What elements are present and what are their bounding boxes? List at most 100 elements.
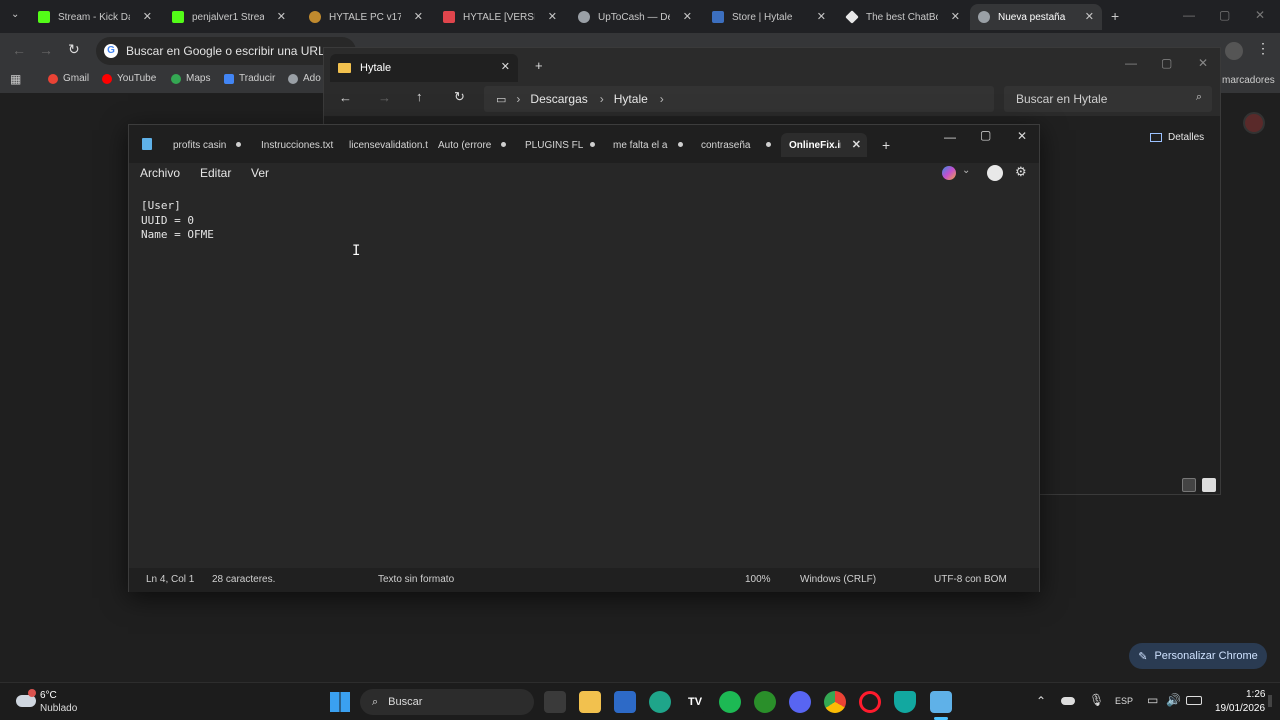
refresh-icon[interactable]: ↻ [454,89,465,105]
start-icon[interactable] [330,692,350,712]
new-tab-icon[interactable]: + [882,137,890,153]
bookmark-gmail[interactable]: Gmail [48,73,89,84]
close-tab-icon[interactable]: ✕ [951,10,960,23]
volume-icon[interactable]: 🔊 [1166,693,1181,707]
language-indicator[interactable]: ESP [1115,696,1133,706]
notepad-icon[interactable] [930,691,952,713]
all-bookmarks-label[interactable]: marcadores [1222,75,1275,86]
copilot-icon[interactable] [942,166,956,180]
chrome-icon[interactable] [824,691,846,713]
close-tab-icon[interactable]: ✕ [501,60,510,73]
store-icon[interactable] [614,691,636,713]
notepad-tab[interactable]: licensevalidation.t [349,133,429,157]
breadcrumb[interactable]: ▭ › Descargas › Hytale › [484,86,994,112]
browser-tab[interactable]: penjalver1 Stream ✕ [164,4,294,30]
notepad-tab[interactable]: contraseña [701,133,771,157]
bookmark-youtube[interactable]: YouTube [102,73,156,84]
file-explorer-icon[interactable] [579,691,601,713]
browser-tab[interactable]: UpToCash — Des ✕ [570,4,700,30]
close-tab-icon[interactable]: ✕ [852,138,861,151]
clock-time[interactable]: 1:26 [1246,689,1265,700]
onedrive-icon[interactable] [1061,697,1075,705]
close-tab-icon[interactable]: ✕ [1085,10,1094,23]
breadcrumb-item[interactable]: Descargas [530,92,587,106]
apps-grid-icon[interactable]: ▦ [10,72,21,86]
maximize-icon[interactable]: ▢ [980,128,991,142]
text-editor[interactable]: [User] UUID = 0 Name = OFME [129,185,1039,567]
close-window-icon[interactable]: ✕ [1198,56,1208,70]
network-icon[interactable]: ▭ [1147,693,1158,707]
bookmark-maps[interactable]: Maps [171,73,210,84]
gear-icon[interactable]: ⚙ [1015,164,1027,180]
encoding[interactable]: UTF-8 con BOM [934,574,1007,585]
explorer-search-input[interactable]: Buscar en Hytale ⌕ [1004,86,1212,112]
maximize-icon[interactable]: ▢ [1219,8,1230,22]
zoom-level[interactable]: 100% [745,574,771,585]
notepad-tab[interactable]: Auto (errore [438,133,506,157]
minimize-icon[interactable]: — [1183,8,1195,22]
browser-tab[interactable]: Store | Hytale ✕ [704,4,834,30]
close-tab-icon[interactable]: ✕ [683,10,692,23]
minimize-icon[interactable]: — [1125,56,1137,70]
profile-avatar[interactable] [1225,42,1243,60]
close-tab-icon[interactable]: ✕ [817,10,826,23]
new-tab-icon[interactable]: + [535,58,543,73]
back-icon[interactable]: ← [12,42,26,58]
browser-tab[interactable]: HYTALE PC v17. ✕ [301,4,431,30]
personalize-chrome-button[interactable]: ✎ Personalizar Chrome [1129,643,1267,669]
xbox-icon[interactable] [754,691,776,713]
chevron-down-icon[interactable]: ⌄ [962,165,970,176]
forward-icon[interactable]: → [378,90,391,105]
discord-icon[interactable] [789,691,811,713]
opera-icon[interactable] [859,691,881,713]
bookmark-translate[interactable]: Traducir [224,73,275,84]
edge-icon[interactable] [649,691,671,713]
notification-bell-icon[interactable] [1268,695,1272,707]
account-icon[interactable] [987,165,1003,181]
back-icon[interactable]: ← [339,90,352,105]
chevron-up-icon[interactable]: ⌃ [1036,694,1046,708]
menu-archivo[interactable]: Archivo [140,166,180,180]
close-window-icon[interactable]: ✕ [1255,8,1265,22]
notepad-tab[interactable]: Instrucciones.txt [261,133,335,157]
breadcrumb-item[interactable]: Hytale [614,92,648,106]
line-ending[interactable]: Windows (CRLF) [800,574,876,585]
list-view-icon[interactable] [1182,478,1196,492]
close-tab-icon[interactable]: ✕ [143,10,152,23]
vpn-icon[interactable] [894,691,916,713]
tradingview-icon[interactable]: TV [684,691,706,713]
reload-icon[interactable]: ↻ [68,41,80,58]
spotify-icon[interactable] [719,691,741,713]
menu-ver[interactable]: Ver [251,166,269,180]
tab-search-chevron-icon[interactable]: ⌄ [11,9,19,20]
side-profile-avatar[interactable] [1243,112,1265,134]
weather-widget[interactable]: 6°C Nublado [14,687,104,717]
minimize-icon[interactable]: — [944,130,956,144]
close-window-icon[interactable]: ✕ [1017,129,1027,143]
tiles-view-icon[interactable] [1202,478,1216,492]
notepad-tab[interactable]: me falta el a [613,133,683,157]
notepad-tab[interactable]: profits casin [173,133,241,157]
task-view-icon[interactable] [544,691,566,713]
explorer-tab[interactable]: Hytale ✕ [330,54,518,82]
menu-icon[interactable]: ⋮ [1256,40,1270,57]
browser-tab[interactable]: The best ChatBot ✕ [838,4,968,30]
microphone-icon[interactable]: 🎙 [1089,693,1104,707]
clock-date[interactable]: 19/01/2026 [1215,703,1265,714]
notepad-tab[interactable]: PLUGINS FL [525,133,595,157]
close-tab-icon[interactable]: ✕ [277,10,286,23]
browser-tab[interactable]: Stream - Kick Dash ✕ [30,4,160,30]
omnibox[interactable]: G Buscar en Google o escribir una URL [96,37,356,65]
new-tab-icon[interactable]: + [1111,8,1119,24]
browser-tab-active[interactable]: Nueva pestaña ✕ [970,4,1102,30]
notepad-tab-active[interactable]: OnlineFix.ir ✕ [781,133,867,157]
close-tab-icon[interactable]: ✕ [548,10,557,23]
maximize-icon[interactable]: ▢ [1161,56,1172,70]
menu-editar[interactable]: Editar [200,166,231,180]
taskbar-search[interactable]: ⌕ Buscar [360,689,534,715]
up-icon[interactable]: ↑ [416,89,423,104]
browser-tab[interactable]: HYTALE [VERSION ✕ [435,4,565,30]
forward-icon[interactable]: → [39,42,53,58]
bookmark-ado[interactable]: Ado [288,73,321,84]
details-button[interactable]: Detalles [1150,132,1204,143]
